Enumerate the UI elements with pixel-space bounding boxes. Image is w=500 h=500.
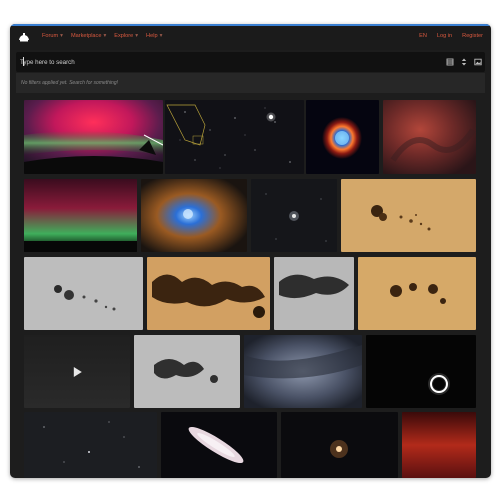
gallery-item-aurora-horizon[interactable] <box>24 179 137 252</box>
gallery-item-sunspot-orange-close[interactable] <box>358 257 476 330</box>
menu-explore[interactable]: Explore ▾ <box>114 33 138 39</box>
gallery-item-sunspot-gray-close[interactable] <box>274 257 354 330</box>
grid-icon[interactable] <box>446 58 454 66</box>
gallery-item-milky-way-cloud[interactable] <box>244 335 362 408</box>
menu-forum-label: Forum <box>42 33 59 39</box>
gallery-item-galaxy-core[interactable] <box>281 412 398 478</box>
gallery-item-sunspot-orange-large[interactable] <box>147 257 270 330</box>
chevron-down-icon: ▾ <box>159 33 163 39</box>
filter-status-text: No filters applied yet. Search for somet… <box>21 80 118 86</box>
gallery-item-red-aurora[interactable] <box>402 412 476 478</box>
gallery-item-blue-nebula[interactable] <box>141 179 247 252</box>
account-menu: EN Log in Register <box>419 33 483 39</box>
language-selector[interactable]: EN <box>419 33 427 39</box>
gallery-item-faint-galaxy[interactable] <box>251 179 337 252</box>
gallery-item-helix-nebula[interactable] <box>306 100 379 174</box>
filter-status: No filters applied yet. Search for somet… <box>16 73 485 93</box>
menu-forum[interactable]: Forum ▾ <box>42 33 63 39</box>
menu-help-label: Help <box>146 33 158 39</box>
gallery-item-night-video[interactable] <box>24 335 130 408</box>
menu-help[interactable]: Help ▾ <box>146 33 162 39</box>
gallery-item-solar-eclipse[interactable] <box>366 335 476 408</box>
register-link[interactable]: Register <box>462 33 483 39</box>
chevron-down-icon: ▾ <box>60 33 63 39</box>
gallery-item-sunspot-orange[interactable] <box>341 179 476 252</box>
main-menu: Forum ▾ Marketplace ▾ Explore ▾ Help ▾ <box>42 33 162 39</box>
menu-marketplace[interactable]: Marketplace ▾ <box>71 33 106 39</box>
logo-icon[interactable] <box>18 32 30 44</box>
search-bar <box>16 52 485 72</box>
top-navigation: Forum ▾ Marketplace ▾ Explore ▾ Help ▾ EN Lo… <box>10 26 491 50</box>
menu-marketplace-label: Marketplace <box>70 33 102 39</box>
chevron-down-icon: ▾ <box>103 33 107 39</box>
gallery-item-red-nebula[interactable] <box>383 100 476 174</box>
menu-explore-label: Explore <box>114 33 134 39</box>
gallery-item-star-field-chart[interactable] <box>165 100 304 174</box>
gallery-item-edge-on-galaxy[interactable] <box>161 412 277 478</box>
gallery-item-sunspot-gray-group[interactable] <box>134 335 240 408</box>
play-icon[interactable] <box>73 366 82 377</box>
gallery-item-aurora-fisheye[interactable] <box>24 100 163 174</box>
login-link[interactable]: Log in <box>437 33 452 39</box>
gallery-item-sunspot-gray[interactable] <box>24 257 143 330</box>
chevron-down-icon: ▾ <box>135 33 139 39</box>
sort-icon[interactable] <box>460 58 468 66</box>
image-icon[interactable] <box>474 58 482 66</box>
gallery-item-bright-star <box>266 112 276 122</box>
gallery-item-star-field[interactable] <box>24 412 157 478</box>
search-input[interactable] <box>20 55 400 69</box>
